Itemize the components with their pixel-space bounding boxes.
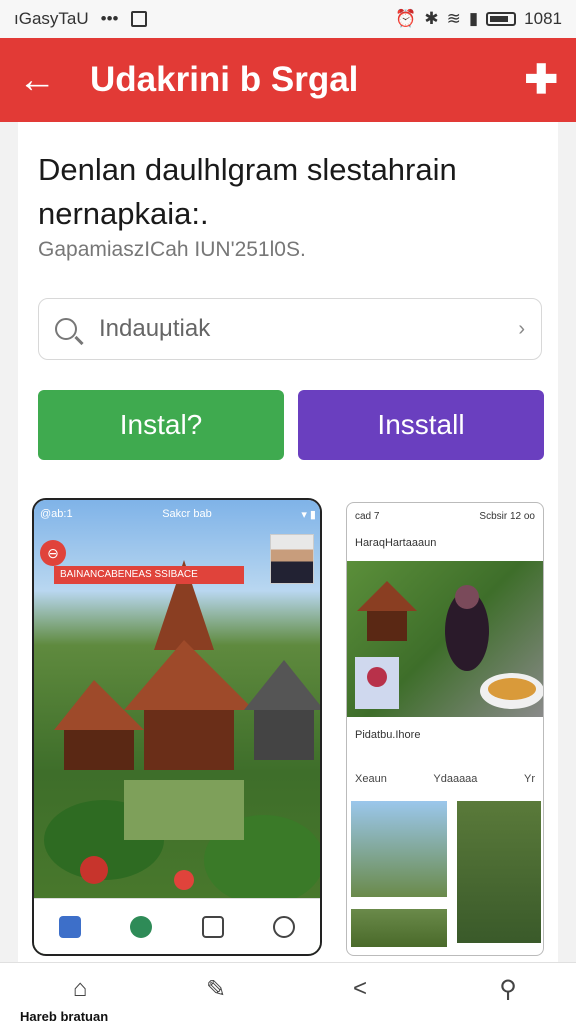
preview-status-mid: Sakcr bab [162, 508, 212, 520]
back-arrow-icon[interactable]: ← [18, 61, 68, 99]
preview-route-icon [130, 915, 153, 938]
status-time: 1081 [524, 9, 562, 28]
screenshot-preview-left[interactable]: @ab:1 Sakcr bab ▾ ▮ ⊖ BAINANCABENEAS SSI… [32, 498, 322, 956]
preview2-thumb-c [351, 909, 447, 947]
alarm-icon: ⏰ [395, 9, 417, 28]
preview2-status-mid: Scbsir 12 oo [479, 511, 535, 522]
preview2-status-bar: cad 7 Scbsir 12 oo [355, 511, 535, 522]
search-input[interactable] [99, 315, 459, 343]
bottom-nav: ⌂ ✎ < ⚲ Hareb bratuan [0, 962, 576, 1024]
content-card: Denlan daulhlgram slestahrain nernapkaia… [18, 122, 558, 962]
bluetooth-icon: ✱ [424, 9, 439, 28]
preview-calendar-icon [201, 915, 224, 938]
preview-status-icons: ▾ ▮ [301, 509, 316, 521]
install-button-green[interactable]: Instal? [38, 390, 284, 460]
status-left-text: ıGasyTaU [14, 9, 89, 28]
preview2-thumb-a [351, 801, 447, 897]
battery-icon [486, 12, 517, 26]
status-bar: ıGasyTaU ••• ⏰ ✱ ≋ ▮ 1081 [0, 0, 576, 38]
home-icon[interactable]: ⌂ [58, 973, 102, 1005]
install-button-purple[interactable]: Insstall [298, 390, 544, 460]
preview-banner: BAINANCABENEAS SSIBACE [54, 566, 244, 584]
subline: GapamiaszICah IUN'251l0S. [38, 238, 306, 261]
preview2-header: HaraqHartaaaun [355, 537, 437, 549]
preview2-tabs: Xeaun Ydaaaaa Yr [355, 773, 535, 785]
chevron-right-icon[interactable]: › [518, 318, 525, 341]
preview-nav [34, 898, 320, 954]
app-bar: ← Udakrini b Srgal ✚ [0, 38, 576, 122]
preview2-tab-1: Xeaun [355, 773, 387, 785]
preview2-thumb-b [457, 801, 541, 943]
preview2-photo [347, 561, 543, 717]
temple-illustration [44, 560, 320, 905]
share-icon[interactable]: < [338, 973, 382, 1005]
search-icon [55, 318, 77, 340]
preview2-tab-3: Yr [523, 773, 535, 785]
preview2-section-label: Pidatbu.Ihore [355, 729, 421, 741]
bottom-nav-label: Hareb bratuan [20, 1009, 109, 1024]
preview2-tab-2: Ydaaaaa [433, 773, 478, 785]
screenshot-preview-right[interactable]: cad 7 Scbsir 12 oo HaraqHartaaaun Pidatb… [346, 502, 544, 956]
search-field[interactable]: › [38, 298, 542, 360]
signal-icon: ▮ [468, 9, 479, 28]
preview-profile-icon [273, 915, 296, 938]
notification-icon [130, 11, 147, 27]
avatar [270, 534, 314, 584]
preview-status-bar: @ab:1 Sakcr bab ▾ ▮ [40, 508, 316, 521]
search-icon[interactable]: ⚲ [486, 973, 530, 1005]
add-icon[interactable]: ✚ [524, 57, 558, 103]
headline: Denlan daulhlgram slestahrain nernapkaia… [38, 152, 457, 231]
app-title: Udakrini b Srgal [90, 60, 359, 99]
preview2-status-left: cad 7 [355, 511, 380, 522]
preview-badge-icon: ⊖ [40, 540, 66, 566]
preview-status-left: @ab:1 [40, 508, 73, 520]
edit-icon[interactable]: ✎ [194, 973, 238, 1005]
wifi-icon: ≋ [446, 9, 461, 28]
preview2-scene [355, 581, 543, 709]
preview-home-icon [58, 915, 81, 938]
status-dots: ••• [100, 9, 119, 28]
